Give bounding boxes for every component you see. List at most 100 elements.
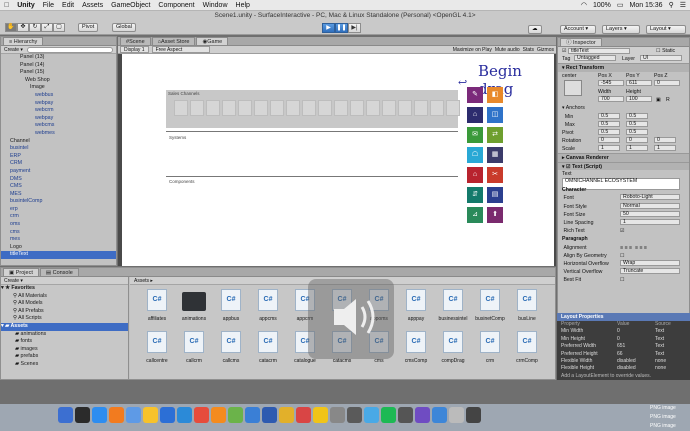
draggable-app-icon[interactable]: ⌂ [467,167,483,183]
layout-properties-title[interactable]: Layout Properties [557,313,690,321]
asset-item[interactable]: C# crm [473,331,507,364]
rotate-tool-icon[interactable]: ↻ [29,23,41,32]
asset-folder-item[interactable]: ▰ images [1,346,128,354]
font-field[interactable]: Roboto-Light [620,194,680,201]
hierarchy-search-input[interactable] [26,46,113,53]
hierarchy-item[interactable]: Channel [1,138,116,146]
hierarchy-item[interactable]: webpay [1,115,116,123]
step-icon[interactable]: ▶| [348,23,361,33]
move-tool-icon[interactable]: ✥ [17,23,29,32]
asset-item[interactable]: C# apppay [399,289,433,322]
channel-slot[interactable] [206,100,220,116]
tab-project[interactable]: ▣ Project [3,268,39,276]
draggable-app-icon[interactable]: ⇵ [467,187,483,203]
favorite-item[interactable]: ⚲ All Materials [1,293,128,301]
game-canvas[interactable]: Begin drag ↩ Sales Channels Systems Comp… [122,54,554,266]
tab-asset-store[interactable]: ⌂Asset Store [151,37,196,45]
hierarchy-item[interactable]: crm [1,213,116,221]
dock-app-icon[interactable] [194,407,209,423]
hierarchy-item[interactable]: Panel (14) [1,62,116,70]
asset-item[interactable]: C# busLine [510,289,544,322]
create-dropdown[interactable]: Create ▾ [4,47,23,53]
draggable-app-icon[interactable]: ✂ [487,167,503,183]
hierarchy-item[interactable]: webbus [1,92,116,100]
favorite-item[interactable]: ⚲ All Scripts [1,315,128,323]
notification-icon[interactable]: ☰ [680,1,686,9]
pivot-button[interactable]: Pivot [78,23,99,32]
hierarchy-item[interactable]: erp [1,206,116,214]
hierarchy-item[interactable]: Logo [1,244,116,252]
game-viewport[interactable]: Begin drag ↩ Sales Channels Systems Comp… [118,54,556,266]
menu-help[interactable]: Help [236,2,250,9]
draggable-app-icon[interactable]: ▤ [487,187,503,203]
asset-item[interactable]: C# callcentre [140,331,174,364]
dock-app-icon[interactable] [432,407,447,423]
channel-slot[interactable] [270,100,284,116]
asset-item[interactable]: animations [177,289,211,322]
pivot-y[interactable]: 0.5 [626,128,648,135]
hierarchy-item[interactable]: busintelComp [1,198,116,206]
channel-slot[interactable] [174,100,188,116]
channel-slot[interactable] [430,100,444,116]
breadcrumb-assets[interactable]: Assets [134,278,149,284]
dock-app-icon[interactable] [296,407,311,423]
h-overflow-dropdown[interactable]: Wrap [620,259,680,266]
rotation-z[interactable]: 0 [654,137,676,144]
account-dropdown[interactable]: Account ▾ [560,25,596,34]
hand-tool-icon[interactable]: ✋ [5,23,17,32]
menu-file[interactable]: File [43,2,54,9]
menu-component[interactable]: Component [158,2,194,9]
menu-assets[interactable]: Assets [82,2,103,9]
layers-dropdown[interactable]: Layers ▾ [602,25,640,34]
hierarchy-item[interactable]: mes [1,236,116,244]
hierarchy-item[interactable]: cms [1,229,116,237]
layer-dropdown[interactable]: UI [640,55,682,62]
pos-z-field[interactable]: 0 [654,79,680,86]
asset-folder-item[interactable]: ▰ animations [1,331,128,339]
menu-gameobject[interactable]: GameObject [111,2,150,9]
dock-app-icon[interactable] [398,407,413,423]
channel-slot[interactable] [318,100,332,116]
anchor-min-x[interactable]: 0.5 [598,112,620,119]
dock-app-icon[interactable] [449,407,464,423]
hierarchy-item[interactable]: oms [1,221,116,229]
menu-edit[interactable]: Edit [62,2,74,9]
channel-slot[interactable] [286,100,300,116]
asset-folder-item[interactable]: ▰ prefabs [1,353,128,361]
draggable-app-icon[interactable]: ▦ [487,147,503,163]
dock-app-icon[interactable] [262,407,277,423]
aspect-dropdown[interactable]: Free Aspect [151,46,210,53]
hierarchy-item[interactable]: webcms [1,122,116,130]
dock-app-icon[interactable] [245,407,260,423]
gameobject-active-checkbox[interactable]: ☑ [562,48,567,54]
align-geometry-checkbox[interactable]: ☐ [620,252,625,260]
channel-slot[interactable] [254,100,268,116]
favorite-item[interactable]: ⚲ All Prefabs [1,308,128,316]
hierarchy-item[interactable]: Image [1,84,116,92]
channel-slot[interactable] [350,100,364,116]
line-spacing-field[interactable]: 1 [620,218,680,225]
channel-slot[interactable] [382,100,396,116]
hierarchy-item[interactable]: webpay [1,100,116,108]
channel-slot[interactable] [398,100,412,116]
dock-png-3[interactable]: PNG image [650,423,676,429]
rotation-x[interactable]: 0 [598,137,620,144]
draggable-app-icon[interactable]: ☖ [467,147,483,163]
rich-text-checkbox[interactable]: ☑ [620,227,625,235]
asset-item[interactable]: C# compDrag [436,331,470,364]
dock-app-icon[interactable] [347,407,362,423]
dock-app-icon[interactable] [160,407,175,423]
dock-app-icon[interactable] [279,407,294,423]
font-size-field[interactable]: 50 [620,210,680,217]
sales-channels-strip[interactable]: Sales Channels [166,90,460,128]
dock-png-2[interactable]: PNG image [650,414,676,420]
asset-item[interactable]: C# cmsComp [399,331,433,364]
hierarchy-item[interactable]: CMS [1,183,116,191]
channel-slot[interactable] [414,100,428,116]
asset-item[interactable]: C# appcms [251,289,285,322]
scale-y[interactable]: 1 [626,145,648,152]
maximize-on-play-toggle[interactable]: Maximize on Play [453,47,492,53]
channel-slot[interactable] [302,100,316,116]
scale-z[interactable]: 1 [654,145,676,152]
dock-png-1[interactable]: PNG image [650,405,676,411]
